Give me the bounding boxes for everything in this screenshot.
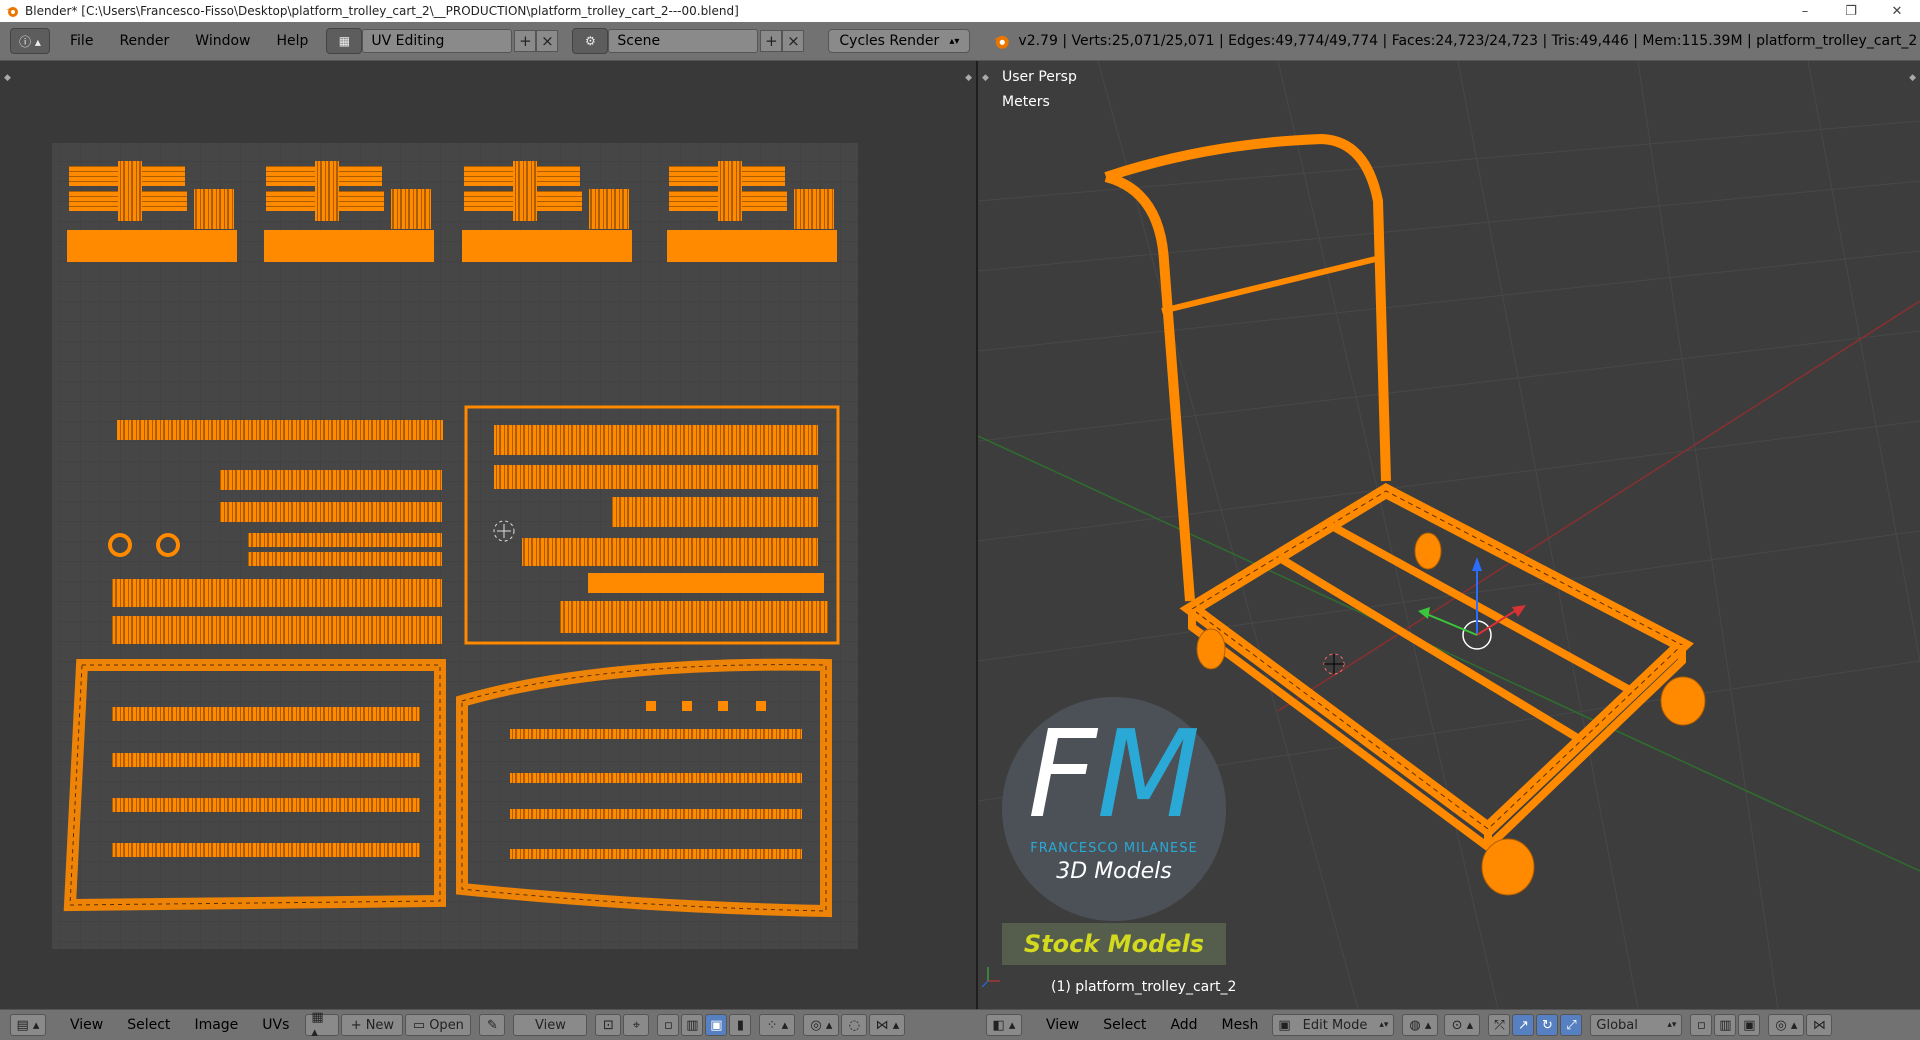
viewport-shading-icon[interactable]: ◍ ▴	[1402, 1014, 1439, 1036]
screen-layout-icon[interactable]: ▦	[326, 28, 363, 54]
3d-menu-add[interactable]: Add	[1162, 1017, 1205, 1033]
proportional-edit-icon[interactable]: ◌	[841, 1014, 868, 1036]
maximize-button[interactable]: ❐	[1828, 0, 1874, 22]
image-browse-icon[interactable]: ▦ ▴	[305, 1010, 340, 1040]
select-vertex-icon[interactable]: ▫	[657, 1014, 680, 1036]
chevron-updown-icon: ▴▾	[1667, 1020, 1677, 1030]
remove-layout-icon[interactable]: ×	[536, 30, 559, 52]
uv-menu-view[interactable]: View	[62, 1017, 111, 1033]
chevron-updown-icon: ▴▾	[1379, 1020, 1389, 1030]
edit-mode-icon: ▣	[1278, 1017, 1291, 1033]
window-titlebar: Blender* [C:\Users\Francesco-Fisso\Deskt…	[0, 0, 1920, 22]
folder-icon: ▭	[412, 1017, 426, 1033]
open-image-button[interactable]: ▭ Open	[405, 1014, 472, 1036]
3d-cursor-icon	[1323, 653, 1345, 675]
menu-help[interactable]: Help	[268, 33, 316, 49]
render-engine-dropdown[interactable]: Cycles Render ▴▾	[828, 29, 971, 53]
pin-icon[interactable]: ✎	[479, 1014, 506, 1036]
editor-type-3d-icon[interactable]: ◧ ▴	[986, 1014, 1022, 1036]
menu-file[interactable]: File	[62, 33, 101, 49]
3d-menu-view[interactable]: View	[1038, 1017, 1087, 1033]
face-select-icon[interactable]: ▣	[1738, 1014, 1761, 1036]
minimize-button[interactable]: –	[1782, 0, 1828, 22]
cursor-mode-icon[interactable]: ⌖	[623, 1014, 650, 1036]
translate-manipulator-icon[interactable]: ↗	[1512, 1014, 1535, 1036]
3d-menu-mesh[interactable]: Mesh	[1214, 1017, 1267, 1033]
axis-orientation-icon	[981, 967, 1000, 988]
close-button[interactable]: ✕	[1874, 0, 1920, 22]
blender-logo-icon	[6, 7, 18, 17]
watermark-logo: FM FRANCESCO MILANESE 3D Models	[1002, 697, 1226, 921]
menu-window[interactable]: Window	[187, 33, 258, 49]
interaction-mode-label: Edit Mode	[1302, 1017, 1368, 1033]
snap-toggle-icon[interactable]: ⋈	[1806, 1014, 1833, 1036]
scale-manipulator-icon[interactable]: ⤢	[1560, 1014, 1583, 1036]
window-title: Blender* [C:\Users\Francesco-Fisso\Deskt…	[25, 4, 739, 18]
active-object-label: (1) platform_trolley_cart_2	[1051, 979, 1237, 995]
uv-menu-select[interactable]: Select	[119, 1017, 178, 1033]
transform-orientation-dropdown[interactable]: Global ▴▾	[1590, 1014, 1683, 1036]
editor-type-image-icon[interactable]: ▤ ▴	[10, 1014, 46, 1036]
render-engine-label: Cycles Render	[839, 33, 940, 49]
open-image-label: Open	[429, 1017, 464, 1033]
interaction-mode-dropdown[interactable]: ▣ Edit Mode ▴▾	[1272, 1014, 1395, 1036]
rotate-manipulator-icon[interactable]: ↻	[1536, 1014, 1559, 1036]
uv-menu-image[interactable]: Image	[186, 1017, 246, 1033]
select-face-icon[interactable]: ▣	[705, 1014, 728, 1036]
scene-icon[interactable]: ⚙	[572, 28, 609, 54]
uv-canvas[interactable]	[0, 61, 976, 1009]
pivot-icon[interactable]: ◎ ▴	[803, 1014, 840, 1036]
watermark-subtitle: 3D Models	[1056, 859, 1172, 884]
3d-view-header: ◧ ▴ View Select Add Mesh ▣ Edit Mode ▴▾ …	[976, 1014, 1920, 1036]
3d-menu-select[interactable]: Select	[1095, 1017, 1154, 1033]
editor-footers: ▤ ▴ View Select Image UVs ▦ ▴ + New ▭ Open…	[0, 1009, 1920, 1040]
view-mode-dropdown[interactable]: View	[513, 1014, 588, 1036]
select-island-icon[interactable]: ▮	[729, 1014, 752, 1036]
3d-viewport[interactable]: ◆ ◆ User Persp Meters FM FRANCESCO MILAN…	[978, 61, 1920, 1009]
pivot-point-icon[interactable]: ⊙ ▴	[1444, 1014, 1481, 1036]
new-image-button[interactable]: + New	[341, 1014, 404, 1036]
watermark-initial-f: F	[1027, 706, 1097, 845]
manipulator-toggle-icon[interactable]: ⤱	[1488, 1014, 1511, 1036]
uv-menu-uvs[interactable]: UVs	[254, 1017, 297, 1033]
menu-render[interactable]: Render	[111, 33, 177, 49]
transform-orientation-label: Global	[1596, 1017, 1638, 1033]
watermark-author: FRANCESCO MILANESE	[1030, 841, 1198, 856]
scene-field[interactable]: Scene	[608, 29, 759, 53]
new-image-label: New	[365, 1017, 395, 1033]
screen-layout-field[interactable]: UV Editing	[362, 29, 513, 53]
select-edge-icon[interactable]: ▥	[681, 1014, 704, 1036]
units-label: Meters	[1002, 94, 1050, 110]
view-mode-label: View	[534, 1017, 566, 1033]
snap-element-icon[interactable]: ⋈ ▴	[869, 1014, 906, 1036]
info-header: ⓘ ▴ File Render Window Help ▦ UV Editing…	[0, 22, 1920, 61]
edge-select-icon[interactable]: ▥	[1714, 1014, 1737, 1036]
proportional-editing-icon[interactable]: ◎ ▴	[1768, 1014, 1805, 1036]
view-perspective-label: User Persp	[1002, 69, 1077, 85]
add-layout-icon[interactable]: +	[514, 30, 537, 52]
scene-statistics: v2.79 | Verts:25,071/25,071 | Edges:49,7…	[1018, 33, 1918, 49]
plus-icon: +	[350, 1017, 362, 1033]
watermark-initial-m: M	[1096, 706, 1201, 845]
uv-editor-header: ▤ ▴ View Select Image UVs ▦ ▴ + New ▭ Open…	[0, 1010, 976, 1040]
stock-models-badge: Stock Models	[1002, 923, 1226, 965]
sticky-mode-icon[interactable]: ⁘ ▴	[759, 1014, 796, 1036]
snap-view-icon[interactable]: ⊡	[595, 1014, 622, 1036]
uv-image-editor[interactable]: ◆ ◆	[0, 61, 976, 1009]
blender-logo-icon	[993, 35, 1010, 49]
remove-scene-icon[interactable]: ×	[782, 30, 805, 52]
editor-type-info-icon[interactable]: ⓘ ▴	[10, 28, 50, 54]
add-scene-icon[interactable]: +	[760, 30, 783, 52]
vertex-select-icon[interactable]: ▫	[1690, 1014, 1713, 1036]
chevron-updown-icon: ▴▾	[949, 35, 960, 47]
